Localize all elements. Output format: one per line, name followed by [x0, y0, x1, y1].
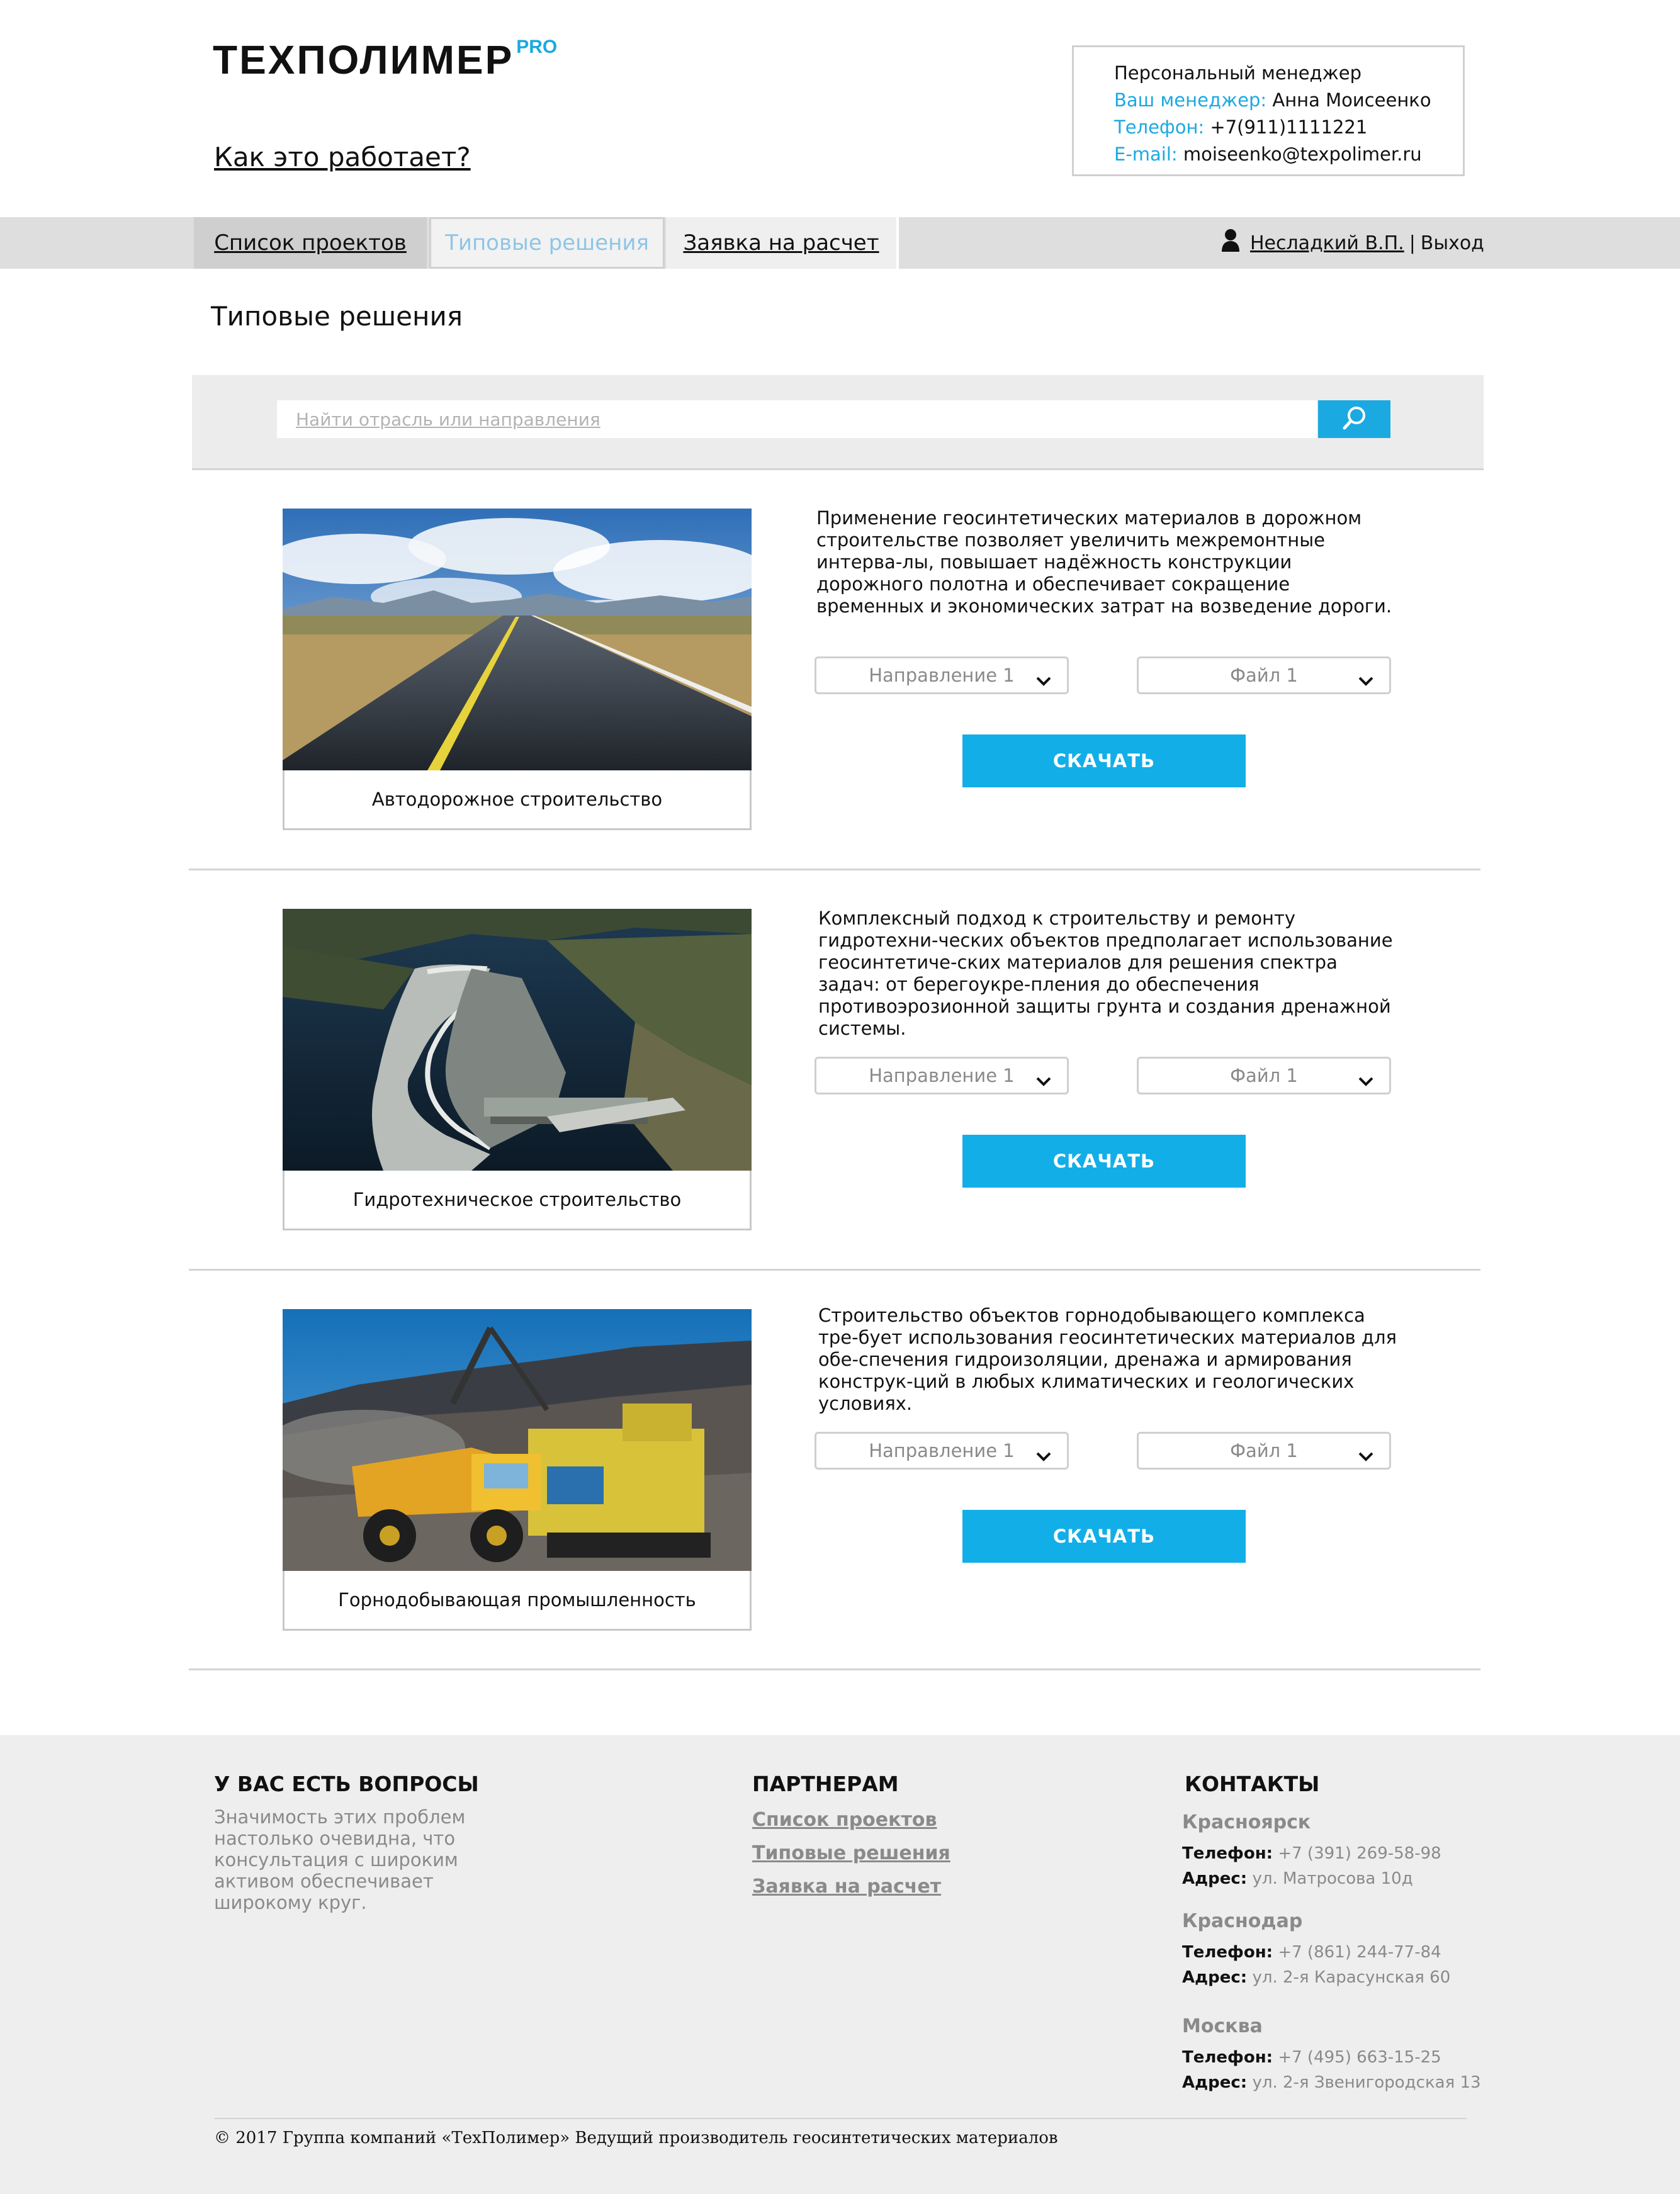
user-icon	[1221, 228, 1240, 257]
chevron-down-icon	[1035, 670, 1052, 691]
contact-address: Адрес: ул. 2-я Карасунская 60	[1182, 1968, 1450, 1987]
phone-value: +7 (391) 269-58-98	[1278, 1844, 1441, 1863]
manager-phone-label: Телефон:	[1114, 116, 1205, 138]
contact-phone: Телефон: +7 (495) 663-15-25	[1182, 2048, 1441, 2067]
nav-divider	[896, 217, 899, 269]
contact-city: Краснодар	[1182, 1910, 1303, 1932]
file-select-value: Файл 1	[1230, 665, 1298, 686]
tab-projects-list[interactable]: Список проектов	[194, 217, 427, 269]
manager-phone-row: Телефон: +7(911)1111221	[1114, 114, 1463, 141]
personal-manager-box: Персональный менеджер Ваш менеджер: Анна…	[1072, 45, 1465, 176]
logout-link[interactable]: Выход	[1421, 232, 1484, 254]
site-footer	[0, 1735, 1680, 2194]
section-divider	[189, 869, 1480, 870]
chevron-down-icon	[1035, 1445, 1052, 1466]
footer-link-solutions[interactable]: Типовые решения	[752, 1842, 950, 1864]
hydraulic-construction-caption: Гидротехническое строительство	[283, 1171, 752, 1230]
direction-select-value: Направление 1	[869, 1065, 1015, 1086]
logo-text: ТЕХПОЛИМЕР	[213, 37, 514, 82]
file-select[interactable]: Файл 1	[1137, 1057, 1391, 1094]
manager-email-label: E-mail:	[1114, 143, 1178, 165]
road-construction-caption: Автодорожное строительство	[283, 770, 752, 830]
direction-select[interactable]: Направление 1	[815, 1432, 1069, 1470]
user-menu: Несладкий В.П. | Выход	[1221, 225, 1484, 261]
mining-industry-caption: Горнодобывающая промышленность	[283, 1571, 752, 1631]
manager-name-row: Ваш менеджер: Анна Моисеенко	[1114, 87, 1463, 114]
copyright: © 2017 Группа компаний «ТехПолимер» Веду…	[214, 2129, 1058, 2147]
phone-label: Телефон:	[1182, 1844, 1273, 1863]
hydraulic-construction-image	[283, 909, 752, 1171]
address-value: ул. 2-я Звенигородская 13	[1252, 2073, 1481, 2092]
manager-name: Анна Моисеенко	[1272, 89, 1431, 111]
direction-select-value: Направление 1	[869, 1440, 1015, 1461]
address-label: Адрес:	[1182, 1968, 1248, 1987]
how-it-works-link[interactable]: Как это работает?	[214, 142, 471, 172]
hydraulic-construction-description: Комплексный подход к строительству и рем…	[818, 908, 1393, 1039]
contact-address: Адрес: ул. 2-я Звенигородская 13	[1182, 2073, 1481, 2092]
direction-select[interactable]: Направление 1	[815, 656, 1069, 694]
site-logo[interactable]: ТЕХПОЛИМЕР PRO	[213, 38, 557, 88]
file-select-value: Файл 1	[1230, 1065, 1298, 1086]
direction-select[interactable]: Направление 1	[815, 1057, 1069, 1094]
direction-select-value: Направление 1	[869, 665, 1015, 686]
footer-contacts-title: КОНТАКТЫ	[1185, 1772, 1320, 1796]
section-divider	[189, 1668, 1480, 1670]
road-construction-description: Применение геосинтетических материалов в…	[816, 507, 1392, 617]
address-label: Адрес:	[1182, 1869, 1248, 1888]
footer-divider	[214, 2118, 1467, 2119]
phone-value: +7 (861) 244-77-84	[1278, 1943, 1441, 1962]
contact-phone: Телефон: +7 (391) 269-58-98	[1182, 1844, 1441, 1863]
contact-city: Красноярск	[1182, 1811, 1311, 1833]
address-label: Адрес:	[1182, 2073, 1248, 2092]
phone-label: Телефон:	[1182, 2048, 1273, 2067]
footer-link-request[interactable]: Заявка на расчет	[752, 1876, 941, 1898]
search-button[interactable]	[1318, 400, 1390, 438]
address-value: ул. Матросова 10д	[1252, 1869, 1413, 1888]
user-separator: |	[1409, 232, 1416, 254]
mining-industry-image	[283, 1309, 752, 1571]
tab-typical-solutions[interactable]: Типовые решения	[429, 217, 665, 269]
manager-email[interactable]: moiseenko@texpolimer.ru	[1183, 143, 1422, 165]
contact-phone: Телефон: +7 (861) 244-77-84	[1182, 1943, 1441, 1962]
phone-label: Телефон:	[1182, 1943, 1273, 1962]
footer-questions-title: У ВАС ЕСТЬ ВОПРОСЫ	[214, 1772, 479, 1796]
file-select[interactable]: Файл 1	[1137, 1432, 1391, 1470]
download-button[interactable]: СКАЧАТЬ	[962, 1510, 1246, 1563]
chevron-down-icon	[1358, 1445, 1374, 1466]
logo-badge: PRO	[516, 37, 558, 57]
file-select[interactable]: Файл 1	[1137, 656, 1391, 694]
mining-industry-description: Строительство объектов горнодобывающего …	[818, 1305, 1397, 1414]
tab-calculation-request[interactable]: Заявка на расчет	[666, 217, 896, 269]
download-button[interactable]: СКАЧАТЬ	[962, 1135, 1246, 1188]
manager-name-label: Ваш менеджер:	[1114, 89, 1267, 111]
phone-value: +7 (495) 663-15-25	[1278, 2048, 1441, 2067]
road-construction-image	[283, 509, 752, 770]
manager-phone: +7(911)1111221	[1210, 116, 1368, 138]
contact-address: Адрес: ул. Матросова 10д	[1182, 1869, 1413, 1888]
page-title: Типовые решения	[211, 301, 463, 332]
section-divider	[189, 1269, 1480, 1271]
contact-city: Москва	[1182, 2015, 1263, 2037]
footer-partners-title: ПАРТНЕРАМ	[752, 1772, 899, 1796]
chevron-down-icon	[1358, 670, 1374, 691]
file-select-value: Файл 1	[1230, 1440, 1298, 1461]
chevron-down-icon	[1358, 1070, 1374, 1091]
user-name-link[interactable]: Несладкий В.П.	[1250, 232, 1404, 254]
address-value: ул. 2-я Карасунская 60	[1252, 1968, 1451, 1987]
footer-link-projects[interactable]: Список проектов	[752, 1809, 937, 1831]
download-button[interactable]: СКАЧАТЬ	[962, 734, 1246, 787]
manager-title: Персональный менеджер	[1114, 62, 1361, 84]
chevron-down-icon	[1035, 1070, 1052, 1091]
search-input[interactable]	[277, 400, 1317, 438]
footer-questions-text: Значимость этих проблем настолько очевид…	[214, 1806, 466, 1913]
manager-email-row: E-mail: moiseenko@texpolimer.ru	[1114, 141, 1463, 168]
search-icon	[1341, 404, 1368, 434]
